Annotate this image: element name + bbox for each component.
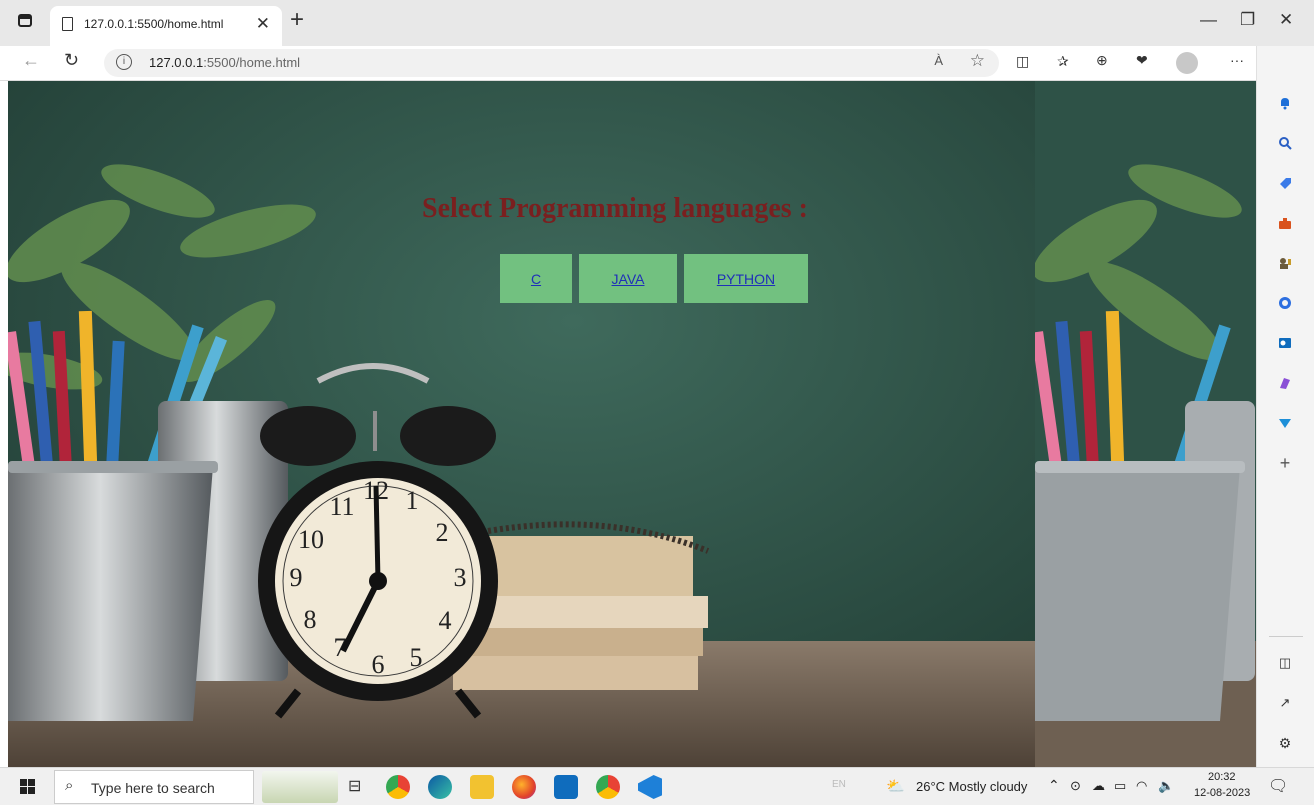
svg-text:2: 2 [436,518,449,547]
search-placeholder: Type here to search [91,780,215,796]
tab-close-icon[interactable]: ✕ [256,14,270,34]
svg-text:4: 4 [439,606,452,635]
chrome-icon[interactable] [386,775,410,799]
external-link-icon[interactable]: ↗ [1272,690,1298,716]
search-highlight-image[interactable] [262,771,338,803]
language-button-c[interactable]: C [500,254,572,303]
weather-text[interactable]: 26°C Mostly cloudy [916,779,1027,794]
notifications-icon[interactable] [1272,90,1298,116]
favorites-icon[interactable]: ✰ [1057,53,1069,70]
search-icon: ⌕ [65,777,74,794]
taskbar-search-box[interactable]: ⌕ Type here to search [54,770,254,804]
games-icon[interactable] [1272,250,1298,276]
svg-text:9: 9 [290,563,303,592]
input-language[interactable]: EN [832,779,846,790]
profile-avatar[interactable] [1176,52,1198,74]
svg-text:6: 6 [372,650,385,679]
refresh-button[interactable]: ↻ [64,50,79,71]
settings-gear-icon[interactable]: ⚙ [1272,730,1298,756]
language-link-python[interactable]: PYTHON [717,271,775,287]
tools-icon[interactable] [1272,210,1298,236]
show-hidden-icons-icon[interactable]: ⌃ [1048,777,1060,794]
shopping-tag-icon[interactable] [1272,170,1298,196]
outlook-icon[interactable] [1272,330,1298,356]
windows-start-icon[interactable] [20,779,35,794]
tab-actions-icon[interactable] [18,14,32,27]
tab-active[interactable]: 127.0.0.1:5500/home.html ✕ [50,6,282,46]
network-icon[interactable]: ⊙ [1070,778,1081,794]
microsoft-365-icon[interactable] [1272,290,1298,316]
search-icon[interactable] [1272,130,1298,156]
read-aloud-icon[interactable]: À [934,53,943,68]
clock-date[interactable]: 12-08-2023 [1194,787,1250,799]
language-link-c[interactable]: C [531,271,541,287]
language-link-java[interactable]: JAVA [612,271,645,287]
url-input[interactable]: i 127.0.0.1:5500/home.html À ☆ [104,49,999,77]
task-view-icon[interactable]: ⊟ [348,776,361,796]
address-bar: ← ↻ i 127.0.0.1:5500/home.html À ☆ ◫ ✰ … [0,46,1314,81]
battery-icon[interactable]: ▭ [1114,778,1126,794]
drop-icon[interactable] [1272,410,1298,436]
page-icon [62,17,73,31]
split-screen-icon[interactable]: ◫ [1016,53,1029,70]
language-button-java[interactable]: JAVA [579,254,677,303]
clock-time[interactable]: 20:32 [1208,771,1236,783]
windows-taskbar: ⌕ Type here to search ⊟ EN ⛅ 26°C Mostly… [0,767,1314,805]
onedrive-icon[interactable]: ☁ [1092,778,1105,794]
back-button[interactable]: ← [22,50,40,71]
firefox-icon[interactable] [512,775,536,799]
browser-essentials-icon[interactable]: ❤ [1136,52,1148,69]
file-explorer-icon[interactable] [470,775,494,799]
more-menu-icon[interactable]: ··· [1230,52,1244,68]
svg-text:8: 8 [304,605,317,634]
new-tab-button[interactable]: + [290,6,304,34]
split-sidebar-icon[interactable]: ◫ [1272,650,1298,676]
edge-icon[interactable] [428,775,452,799]
page-viewport: 12 1 2 3 4 5 6 7 8 9 10 11 [8,81,1256,767]
svg-text:5: 5 [410,643,423,672]
tab-title: 127.0.0.1:5500/home.html [84,17,224,31]
language-button-python[interactable]: PYTHON [684,254,808,303]
svg-text:11: 11 [329,492,354,521]
designer-icon[interactable] [1272,370,1298,396]
vscode-icon[interactable] [638,775,662,799]
svg-text:10: 10 [298,525,324,554]
svg-text:1: 1 [406,486,419,515]
wifi-icon[interactable]: ◠ [1136,778,1147,794]
restore-button[interactable]: ❐ [1240,10,1255,30]
background-image-repeat [1035,81,1256,767]
volume-icon[interactable]: 🔈 [1158,778,1174,794]
sidebar-divider [1269,636,1303,637]
tab-strip: 127.0.0.1:5500/home.html ✕ + — ❐ ✕ [0,0,1314,46]
url-path: :5500/home.html [203,55,301,70]
close-window-button[interactable]: ✕ [1279,10,1293,30]
favorite-star-icon[interactable]: ☆ [970,51,985,71]
weather-icon[interactable]: ⛅ [886,777,905,795]
notification-center-icon[interactable]: 🗨 [1268,776,1288,796]
collections-icon[interactable]: ⊕ [1096,52,1108,69]
url-text: 127.0.0.1:5500/home.html [149,55,300,70]
mail-icon[interactable] [554,775,578,799]
background-image: 12 1 2 3 4 5 6 7 8 9 10 11 [8,81,1035,767]
url-host: 127.0.0.1 [149,55,204,70]
minimize-button[interactable]: — [1200,10,1217,30]
add-icon[interactable]: + [1272,450,1298,476]
svg-text:3: 3 [454,563,467,592]
chrome-profile-icon[interactable] [596,775,620,799]
page-heading: Select Programming languages : [422,193,808,224]
edge-sidebar: + ◫ ↗ ⚙ [1256,46,1314,767]
info-icon[interactable]: i [116,54,132,70]
